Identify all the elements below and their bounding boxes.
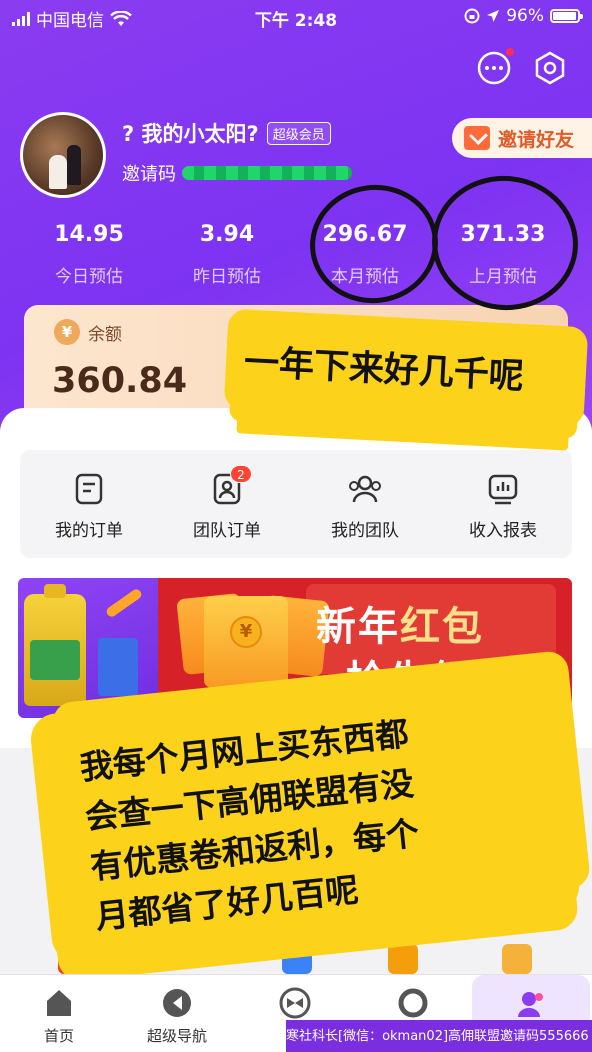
income-report-button[interactable]: 收入报表 [434, 450, 572, 558]
tab-label: 首页 [43, 1027, 74, 1045]
stat-yesterday[interactable]: 3.94 昨日预估 [158, 222, 296, 287]
redacted-scribble [182, 166, 352, 180]
username-row: ? 我的小太阳? 超级会员 [122, 118, 331, 148]
status-bar: 中国电信 下午 2:48 96% [0, 0, 592, 34]
quick-action-label: 我的团队 [331, 521, 399, 541]
oil-bottle-image [24, 584, 86, 706]
settings-icon [535, 51, 565, 85]
stat-value: 3.94 [199, 222, 255, 247]
report-icon [488, 474, 518, 505]
watermark-text: 寒社科长[微信：okman02]高佣联盟邀请码555666 [286, 1020, 592, 1052]
quick-action-label: 收入报表 [469, 521, 537, 541]
flare-decoration [104, 587, 144, 619]
promo-banner-oil[interactable] [18, 578, 160, 718]
stat-value: 14.95 [54, 222, 124, 247]
graduation-cap-icon[interactable] [502, 944, 532, 974]
battery-percent: 96% [506, 6, 544, 26]
my-team-button[interactable]: 我的团队 [296, 450, 434, 558]
navigation-icon [163, 989, 191, 1017]
team-icon [349, 475, 381, 503]
quick-action-label: 我的订单 [55, 521, 123, 541]
yen-coin-icon: ¥ [230, 616, 262, 648]
product-box-image [98, 638, 138, 696]
coin-icon: ¥ [54, 319, 80, 345]
invite-code-label: 邀请码 [122, 164, 176, 185]
bowtie-icon [279, 987, 311, 1019]
gift-icon [464, 126, 490, 150]
balance-label: 余额 [88, 324, 122, 345]
battery-icon [550, 9, 583, 23]
username: ? 我的小太阳? [122, 122, 259, 146]
tab-home[interactable]: 首页 [0, 975, 118, 1052]
notification-dot [506, 48, 514, 56]
tab-label: 超级导航 [146, 1027, 207, 1045]
team-orders-badge: 2 [230, 465, 252, 483]
vip-badge: 超级会员 [266, 121, 331, 145]
orientation-lock-icon [464, 8, 480, 24]
annotation-note-top: 一年下来好几千呢 [223, 308, 589, 428]
invite-code-row[interactable]: 邀请码 [122, 160, 352, 186]
settings-button[interactable] [532, 50, 568, 86]
stat-label: 今日预估 [55, 267, 123, 287]
stat-label: 昨日预估 [193, 267, 261, 287]
annotation-note-bottom: 我每个月网上买东西都 会查一下高佣联盟有没 有优惠卷和返利，每个 月都省了好几百… [28, 660, 582, 966]
balance-amount: 360.84 [52, 361, 188, 401]
my-orders-button[interactable]: 我的订单 [20, 450, 158, 558]
banner-title: 新年红包 [316, 604, 484, 650]
quick-action-label: 团队订单 [193, 521, 261, 541]
chat-bubble-icon [477, 51, 511, 85]
order-icon [75, 473, 103, 505]
circle-icon [398, 988, 428, 1018]
me-icon [518, 992, 543, 1017]
invite-friends-label: 邀请好友 [498, 128, 575, 151]
video-app-icon[interactable] [388, 944, 418, 974]
quick-actions: 我的订单 团队订单 我的团队 收入报表 [20, 450, 572, 558]
location-icon [487, 10, 500, 22]
stat-today[interactable]: 14.95 今日预估 [20, 222, 158, 287]
coupon-app-icon[interactable] [282, 944, 312, 974]
home-icon [47, 990, 71, 1016]
avatar[interactable] [20, 112, 106, 198]
tab-super-navigation[interactable]: 超级导航 [118, 975, 236, 1052]
invite-friends-button[interactable]: 邀请好友 [452, 118, 592, 158]
message-button[interactable] [476, 48, 514, 86]
team-orders-button[interactable]: 团队订单 [158, 450, 296, 558]
